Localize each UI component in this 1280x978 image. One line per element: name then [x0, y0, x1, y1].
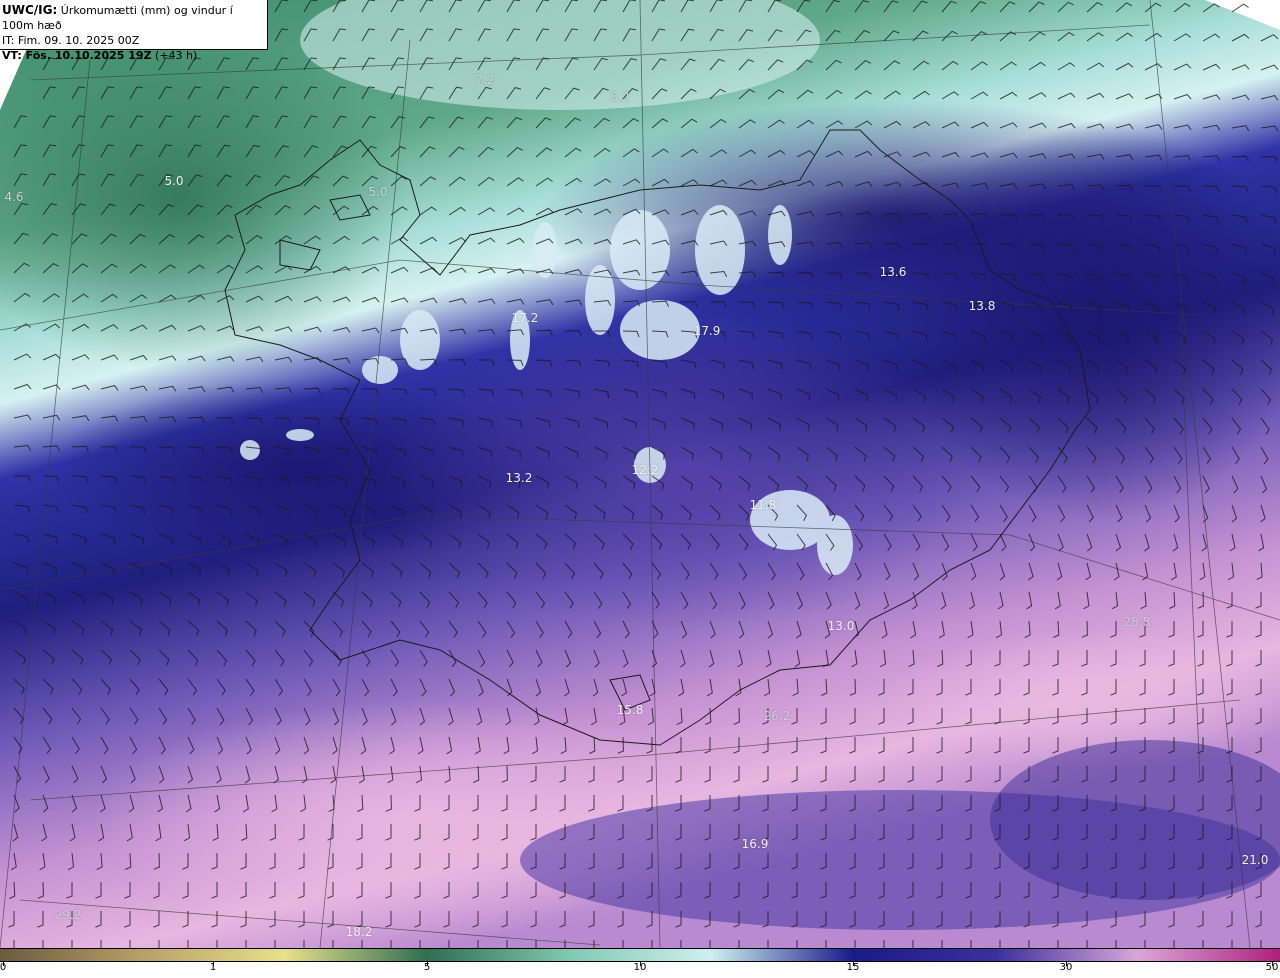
- value-label: 15.8: [616, 703, 644, 717]
- title-line: UWC/IG: Úrkomumætti (mm) og vindur í 100…: [2, 3, 267, 33]
- value-label: 18.2: [345, 925, 373, 939]
- valid-time-line: VT: Fös. 10.10.2025 19Z (+43 h): [2, 48, 267, 63]
- value-label: 21.0: [1241, 853, 1269, 867]
- colorbar-tick-label: 15: [846, 962, 860, 973]
- value-label: 8.2: [610, 90, 630, 104]
- value-label: 13.8: [968, 299, 996, 313]
- value-label: 4.6: [4, 190, 24, 204]
- value-label: 13.6: [879, 265, 907, 279]
- value-label: 12.2: [631, 463, 659, 477]
- value-label: 26.2: [763, 709, 791, 723]
- init-time-line: IT: Fim. 09. 10. 2025 00Z: [2, 33, 267, 48]
- init-time-label: IT:: [2, 34, 15, 47]
- colorbar-tick-label: 10: [633, 962, 647, 973]
- valid-time-label: VT:: [2, 49, 22, 62]
- value-label: 29.2: [54, 908, 82, 922]
- colorbar-tick-label: 0: [0, 962, 7, 973]
- value-label: 13.0: [827, 619, 855, 633]
- value-label: 16.9: [741, 837, 769, 851]
- lead-time: (+43 h): [151, 49, 198, 62]
- value-label: 13.2: [505, 471, 533, 485]
- colorbar-tick-label: 50: [1265, 962, 1279, 973]
- value-label: 11.8: [749, 498, 777, 512]
- colorbar: 0 1 5 10 15 30 50: [0, 948, 1280, 978]
- init-time-value: Fim. 09. 10. 2025 00Z: [14, 34, 140, 47]
- colorbar-tick-label: 1: [209, 962, 217, 973]
- value-label: 5.0: [368, 185, 388, 199]
- colorbar-strip: [0, 948, 1280, 962]
- forecast-map[interactable]: UWC/IG: Úrkomumætti (mm) og vindur í 100…: [0, 0, 1280, 948]
- map-header: UWC/IG: Úrkomumætti (mm) og vindur í 100…: [0, 0, 268, 62]
- colorbar-tick-label: 5: [423, 962, 431, 973]
- value-label: 17.9: [693, 324, 721, 338]
- value-label: 28.8: [1123, 615, 1151, 629]
- colorbar-tick-label: 30: [1059, 962, 1073, 973]
- model-code: UWC/IG:: [2, 3, 58, 17]
- value-label: 17.2: [511, 311, 539, 325]
- value-label: 5.0: [164, 174, 184, 188]
- value-label: 7.2: [475, 73, 495, 87]
- valid-time-value: Fös. 10.10.2025 19Z: [21, 49, 152, 62]
